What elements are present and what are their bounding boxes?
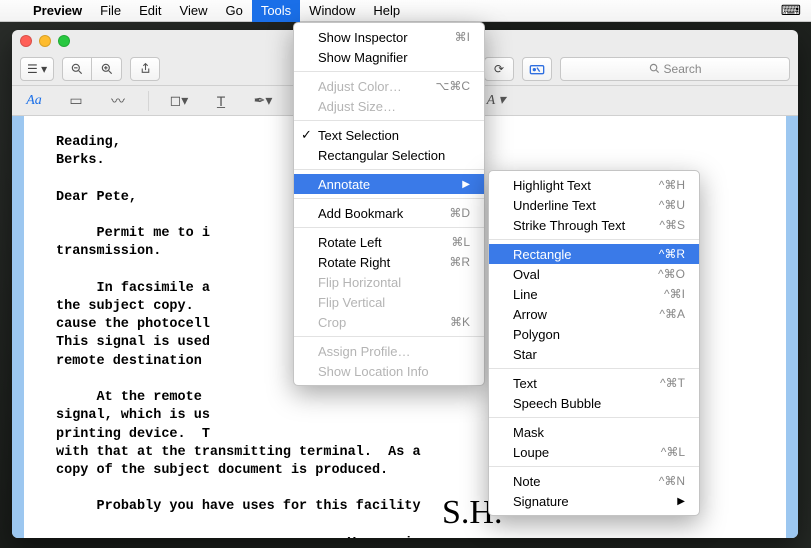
menu-go[interactable]: Go — [216, 0, 251, 22]
tools-item-flip-vertical: Flip Vertical — [294, 292, 484, 312]
annotate-submenu: Highlight Text^⌘HUnderline Text^⌘UStrike… — [488, 170, 700, 516]
system-menubar: Preview File Edit View Go Tools Window H… — [0, 0, 811, 22]
annotate-item-arrow[interactable]: Arrow^⌘A — [489, 304, 699, 324]
tools-item-rectangular-selection[interactable]: Rectangular Selection — [294, 145, 484, 165]
share-button[interactable] — [130, 57, 160, 81]
tools-item-flip-horizontal: Flip Horizontal — [294, 272, 484, 292]
zoom-out-button[interactable] — [62, 57, 92, 81]
selection-tool-button[interactable]: ▭ — [64, 92, 88, 109]
sign-button[interactable]: ✒▾ — [251, 92, 275, 109]
tools-item-adjust-color-: Adjust Color…⌥⌘C — [294, 76, 484, 96]
font-style-button[interactable]: A ▾ — [484, 92, 508, 109]
annotate-item-text[interactable]: Text^⌘T — [489, 373, 699, 393]
tools-item-show-location-info: Show Location Info — [294, 361, 484, 381]
tools-item-rotate-left[interactable]: Rotate Left⌘L — [294, 232, 484, 252]
zoom-button[interactable] — [58, 35, 70, 47]
shapes-button[interactable]: ◻▾ — [167, 92, 191, 109]
tools-item-show-inspector[interactable]: Show Inspector⌘I — [294, 27, 484, 47]
close-button[interactable] — [20, 35, 32, 47]
annotate-item-mask[interactable]: Mask — [489, 422, 699, 442]
tools-item-adjust-size-: Adjust Size… — [294, 96, 484, 116]
annotate-item-signature[interactable]: Signature▶ — [489, 491, 699, 511]
tools-item-crop: Crop⌘K — [294, 312, 484, 332]
text-tool-button[interactable]: T̲ — [209, 93, 233, 109]
app-menu[interactable]: Preview — [24, 0, 91, 22]
annotate-item-line[interactable]: Line^⌘I — [489, 284, 699, 304]
tools-item-add-bookmark[interactable]: Add Bookmark⌘D — [294, 203, 484, 223]
annotate-item-note[interactable]: Note^⌘N — [489, 471, 699, 491]
menu-edit[interactable]: Edit — [130, 0, 170, 22]
screen-mirror-icon[interactable]: ⌨ — [781, 2, 801, 19]
annotate-item-speech-bubble[interactable]: Speech Bubble — [489, 393, 699, 413]
menu-help[interactable]: Help — [364, 0, 409, 22]
tools-item-assign-profile-: Assign Profile… — [294, 341, 484, 361]
markup-toolbar-toggle[interactable] — [522, 57, 552, 81]
annotate-item-underline-text[interactable]: Underline Text^⌘U — [489, 195, 699, 215]
annotate-item-highlight-text[interactable]: Highlight Text^⌘H — [489, 175, 699, 195]
menu-view[interactable]: View — [171, 0, 217, 22]
annotate-item-polygon[interactable]: Polygon — [489, 324, 699, 344]
annotate-item-loupe[interactable]: Loupe^⌘L — [489, 442, 699, 462]
menu-file[interactable]: File — [91, 0, 130, 22]
tools-item-annotate[interactable]: Annotate▶ — [294, 174, 484, 194]
annotate-item-oval[interactable]: Oval^⌘O — [489, 264, 699, 284]
annotate-item-star[interactable]: Star — [489, 344, 699, 364]
tools-item-show-magnifier[interactable]: Show Magnifier — [294, 47, 484, 67]
annotate-item-strike-through-text[interactable]: Strike Through Text^⌘S — [489, 215, 699, 235]
sidebar-view-button[interactable]: ☰ ▾ — [20, 57, 54, 81]
rotate-button[interactable]: ⟳ — [484, 57, 514, 81]
minimize-button[interactable] — [39, 35, 51, 47]
tools-item-rotate-right[interactable]: Rotate Right⌘R — [294, 252, 484, 272]
text-style-button[interactable]: Aa — [22, 93, 46, 109]
zoom-in-button[interactable] — [92, 57, 122, 81]
tools-menu: Show Inspector⌘IShow Magnifier Adjust Col… — [293, 22, 485, 386]
sketch-tool-button[interactable]: 〰 — [106, 91, 130, 111]
search-field[interactable]: Search — [560, 57, 790, 81]
tools-item-text-selection[interactable]: ✓Text Selection — [294, 125, 484, 145]
menu-tools[interactable]: Tools — [252, 0, 300, 22]
menu-window[interactable]: Window — [300, 0, 364, 22]
annotate-item-rectangle[interactable]: Rectangle^⌘R — [489, 244, 699, 264]
